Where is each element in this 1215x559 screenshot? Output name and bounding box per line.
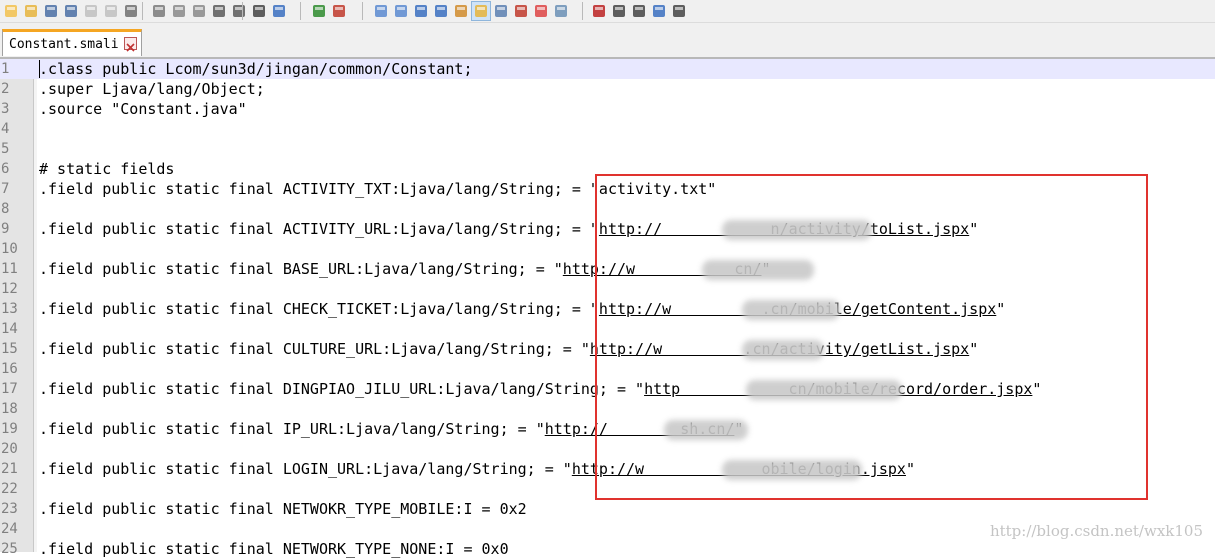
line-number: 22 [1, 481, 18, 497]
line-number: 14 [1, 321, 18, 337]
replace-icon[interactable] [270, 2, 288, 20]
show-all-chars-icon[interactable] [432, 2, 450, 20]
close-icon[interactable] [82, 2, 100, 20]
code-text: # static fields [39, 160, 175, 178]
line-number: 1 [1, 61, 10, 77]
save-all-icon[interactable] [62, 2, 80, 20]
line-number: 25 [1, 541, 18, 557]
word-wrap-icon[interactable] [412, 2, 430, 20]
line-number: 24 [1, 521, 18, 537]
print-icon[interactable] [122, 2, 140, 20]
tab-bar: Constant.smali [0, 23, 1215, 59]
save-macro-icon[interactable] [670, 2, 688, 20]
code-line: 2 .super Ljava/lang/Object; [0, 79, 1215, 99]
sync-vertical-icon[interactable] [372, 2, 390, 20]
indent-guide-icon[interactable] [452, 2, 470, 20]
line-number: 12 [1, 281, 18, 297]
line-number: 17 [1, 381, 18, 397]
code-text: .source "Constant.java" [39, 100, 247, 118]
line-number: 9 [1, 221, 10, 237]
doc-map-icon[interactable] [471, 1, 491, 21]
code-prefix: .field public static final ACTIVITY_URL:… [39, 220, 599, 238]
annotation-highlight-box [595, 174, 1148, 500]
code-prefix: .field public static final DINGPIAO_JILU… [39, 380, 645, 398]
line-number: 7 [1, 181, 10, 197]
paste-icon[interactable] [190, 2, 208, 20]
code-text: .field public static final NETWOKR_TYPE_… [39, 500, 527, 518]
run-macro-multiple-icon[interactable] [650, 2, 668, 20]
line-number: 8 [1, 201, 10, 217]
line-number: 23 [1, 501, 18, 517]
code-line: 4 [0, 119, 1215, 139]
tab-label: Constant.smali [9, 37, 119, 52]
toolbar-separator [362, 2, 363, 20]
save-icon[interactable] [42, 2, 60, 20]
folder-icon[interactable] [532, 2, 550, 20]
line-number: 15 [1, 341, 18, 357]
redo-icon[interactable] [230, 2, 248, 20]
new-file-icon[interactable] [2, 2, 20, 20]
copy-icon[interactable] [170, 2, 188, 20]
code-line: 3 .source "Constant.java" [0, 99, 1215, 119]
line-number: 4 [1, 121, 10, 137]
line-number: 18 [1, 401, 18, 417]
code-text: .super Ljava/lang/Object; [39, 80, 265, 98]
close-tab-icon[interactable] [124, 37, 137, 52]
code-prefix: .field public static final BASE_URL:Ljav… [39, 260, 563, 278]
record-macro-icon[interactable] [590, 2, 608, 20]
line-number: 21 [1, 461, 18, 477]
close-all-icon[interactable] [102, 2, 120, 20]
undo-icon[interactable] [210, 2, 228, 20]
toolbar-separator [582, 2, 583, 20]
code-line: 5 [0, 139, 1215, 159]
line-number: 10 [1, 241, 18, 257]
code-prefix: .field public static final CULTURE_URL:L… [39, 340, 590, 358]
language-icon[interactable] [492, 2, 510, 20]
toolbar-separator [242, 2, 243, 20]
code-prefix: .field public static final IP_URL:Ljava/… [39, 420, 545, 438]
zoom-in-icon[interactable] [310, 2, 328, 20]
line-number: 19 [1, 421, 18, 437]
line-number: 20 [1, 441, 18, 457]
toolbar-separator [142, 2, 143, 20]
line-number: 3 [1, 101, 10, 117]
line-number: 6 [1, 161, 10, 177]
sync-horizontal-icon[interactable] [392, 2, 410, 20]
open-file-icon[interactable] [22, 2, 40, 20]
find-icon[interactable] [250, 2, 268, 20]
code-prefix: .field public static final CHECK_TICKET:… [39, 300, 599, 318]
toolbar [0, 0, 1215, 23]
code-text: .field public static final NETWORK_TYPE_… [39, 540, 509, 558]
cut-icon[interactable] [150, 2, 168, 20]
play-macro-icon[interactable] [630, 2, 648, 20]
zoom-out-icon[interactable] [330, 2, 348, 20]
text-caret [39, 60, 40, 78]
tab-constant-smali[interactable]: Constant.smali [2, 29, 142, 56]
toolbar-separator [300, 2, 301, 20]
line-number: 2 [1, 81, 10, 97]
code-prefix: .field public static final LOGIN_URL:Lja… [39, 460, 572, 478]
line-number: 11 [1, 261, 18, 277]
code-text: .class public Lcom/sun3d/jingan/common/C… [39, 60, 473, 78]
code-line: 23 .field public static final NETWOKR_TYP… [0, 499, 1215, 519]
stop-macro-icon[interactable] [610, 2, 628, 20]
monitor-icon[interactable] [552, 2, 570, 20]
code-line: 1 .class public Lcom/sun3d/jingan/common/… [0, 59, 1215, 79]
line-number: 5 [1, 141, 10, 157]
code-line: 25 .field public static final NETWORK_TYP… [0, 539, 1215, 559]
function-list-icon[interactable] [512, 2, 530, 20]
line-number: 13 [1, 301, 18, 317]
line-number: 16 [1, 361, 18, 377]
watermark: http://blog.csdn.net/wxk105 [989, 522, 1203, 540]
